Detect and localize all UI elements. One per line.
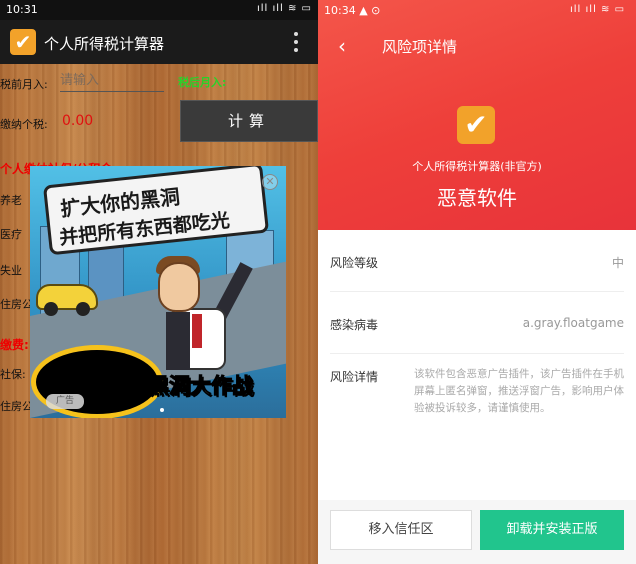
ad-page-indicator	[160, 408, 164, 412]
car-illustration	[36, 284, 98, 316]
medical-label: 医疗	[0, 228, 22, 241]
status-time: 10:34	[324, 4, 356, 17]
back-icon[interactable]: ‹	[338, 34, 346, 58]
app-checkmark-icon: ✔	[10, 29, 36, 55]
status-bar: 10:34 ▲ ⊙ ıll ıll ≋ ▭	[324, 4, 624, 17]
risk-verdict: 恶意软件	[437, 186, 517, 210]
virus-key: 感染病毒	[330, 318, 379, 332]
calculate-button[interactable]: 计算	[180, 100, 318, 142]
tax-calculator-screen: 10:31 ıll ıll ≋ ▭ ✔ 个人所得税计算器 税前月入: 税后月入:…	[0, 0, 318, 564]
after-tax-label: 税后月入:	[178, 76, 227, 89]
ad-popup[interactable]: 扩大你的黑洞 并把所有东西都吃光 ✕ 黑洞大作战 广告	[30, 166, 286, 418]
uninstall-and-install-official-button[interactable]: 卸载并安装正版	[480, 510, 624, 550]
status-time: 10:31	[6, 3, 38, 16]
risk-level-key: 风险等级	[330, 256, 379, 270]
app-title: 个人所得税计算器	[44, 35, 165, 53]
virus-value: a.gray.floatgame	[522, 316, 624, 330]
app-bar: ✔ 个人所得税计算器	[0, 20, 318, 64]
cartoon-man-illustration	[158, 262, 200, 312]
risk-header: 10:34 ▲ ⊙ ıll ıll ≋ ▭ ‹ 风险项详情 ✔ 个人所得税计算器…	[318, 0, 636, 230]
status-icons: ıll ıll ≋ ▭	[570, 4, 626, 15]
pre-tax-input[interactable]	[60, 70, 164, 92]
risk-level-value: 中	[611, 256, 624, 270]
overflow-menu-icon[interactable]	[294, 32, 300, 54]
ad-tag: 广告	[46, 394, 84, 409]
ad-game-title: 黑洞大作战	[148, 374, 254, 399]
status-bar: 10:31 ıll ıll ≋ ▭	[0, 0, 318, 20]
page-title: 风险项详情	[382, 38, 458, 56]
base-heading: 缴费:	[0, 338, 29, 352]
tax-label: 缴纳个税:	[0, 118, 48, 131]
status-alert-icons: ▲ ⊙	[359, 4, 381, 17]
app-checkmark-icon: ✔	[457, 106, 495, 144]
pension-label: 养老	[0, 194, 22, 207]
social-security-base-label: 社保:	[0, 368, 26, 381]
risk-detail-screen: 10:34 ▲ ⊙ ıll ıll ≋ ▭ ‹ 风险项详情 ✔ 个人所得税计算器…	[318, 0, 636, 564]
app-name: 个人所得税计算器(非官方)	[412, 160, 542, 173]
tax-value: 0.00	[62, 113, 94, 129]
housing-fund-base-label: 住房公	[0, 400, 33, 413]
status-icons: ıll ıll ≋ ▭	[256, 3, 312, 14]
risk-level-row: 风险等级 中	[330, 230, 624, 292]
risk-detail-key: 风险详情	[330, 370, 379, 384]
ad-close-icon[interactable]: ✕	[262, 174, 278, 190]
unemployment-label: 失业	[0, 264, 22, 277]
virus-row: 感染病毒 a.gray.floatgame	[330, 292, 624, 354]
action-bar: 移入信任区 卸载并安装正版	[318, 500, 636, 564]
risk-detail-row: 风险详情 该软件包含恶意广告插件，该广告插件在手机屏幕上匿名弹窗，推送浮窗广告，…	[330, 354, 624, 446]
move-to-trust-zone-button[interactable]: 移入信任区	[330, 510, 472, 550]
pre-tax-label: 税前月入:	[0, 78, 48, 91]
risk-detail-text: 该软件包含恶意广告插件，该广告插件在手机屏幕上匿名弹窗，推送浮窗广告，影响用户体…	[414, 368, 624, 414]
housing-fund-label: 住房公	[0, 298, 33, 311]
